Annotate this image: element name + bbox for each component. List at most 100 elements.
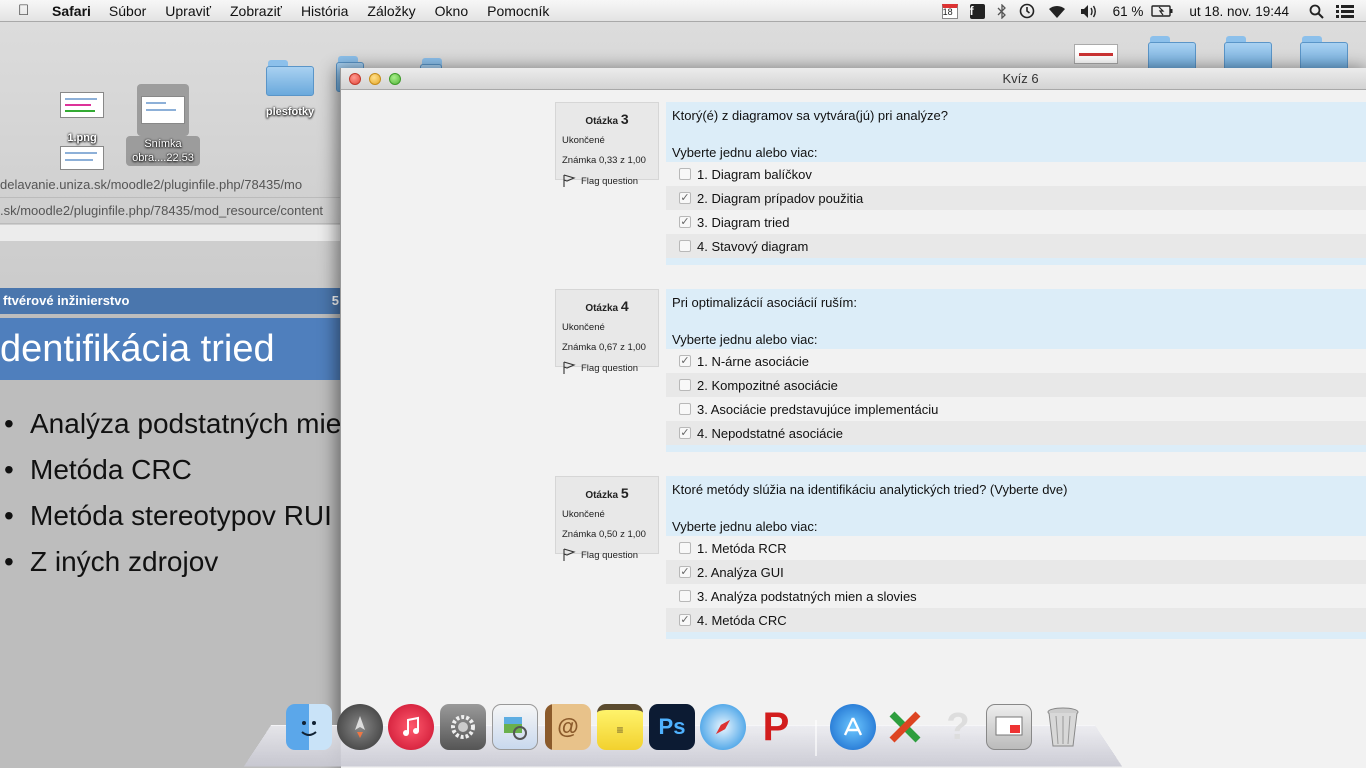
- menu-pomocnik[interactable]: Pomocník: [487, 3, 549, 19]
- calendar-icon[interactable]: 18: [941, 3, 958, 19]
- question-number-value: 5: [620, 485, 629, 501]
- answer-label: 1. Diagram balíčkov: [697, 166, 812, 182]
- folder-icon[interactable]: [1148, 36, 1198, 72]
- question-prompt: Vyberte jednu alebo viac:: [672, 332, 818, 347]
- finder-icon[interactable]: [286, 704, 332, 750]
- question-number: Otázka 4: [562, 298, 652, 314]
- answer-checkbox[interactable]: [679, 240, 691, 252]
- answer-checkbox[interactable]: ✓: [679, 216, 691, 228]
- flag-question-button[interactable]: Flag question: [562, 361, 652, 375]
- notification-center-icon[interactable]: [1336, 4, 1354, 19]
- apple-menu-icon[interactable]: : [18, 2, 38, 19]
- answer-label: 2. Diagram prípadov použitia: [697, 190, 864, 206]
- question-state: Ukončené: [562, 135, 605, 146]
- answer-option[interactable]: 2. Kompozitné asociácie: [666, 373, 1366, 397]
- bluetooth-icon[interactable]: [997, 3, 1007, 19]
- menu-okno[interactable]: Okno: [435, 3, 468, 19]
- answer-label: 4. Nepodstatné asociácie: [697, 425, 843, 441]
- itunes-icon[interactable]: [388, 704, 434, 750]
- answer-option[interactable]: ✓ 1. N-árne asociácie: [666, 349, 1366, 373]
- answer-checkbox[interactable]: ✓: [679, 614, 691, 626]
- background-browser-window[interactable]: delavanie.uniza.sk/moodle2/pluginfile.ph…: [0, 172, 345, 768]
- background-url-1[interactable]: delavanie.uniza.sk/moodle2/pluginfile.ph…: [0, 172, 345, 198]
- desktop-folder-plesfotky-label[interactable]: plesfotky: [262, 106, 318, 118]
- answer-option[interactable]: 3. Asociácie predstavujúce implementáciu: [666, 397, 1366, 421]
- question-label: Otázka: [585, 303, 619, 314]
- contacts-icon[interactable]: @: [545, 704, 591, 750]
- answer-option[interactable]: ✓ 2. Analýza GUI: [666, 560, 1366, 584]
- question-text: Pri optimalizácií asociácií ruším:: [672, 295, 857, 310]
- menu-zobrazit[interactable]: Zobraziť: [230, 3, 282, 19]
- answer-checkbox[interactable]: [679, 590, 691, 602]
- flag-question-button[interactable]: Flag question: [562, 548, 652, 562]
- answer-option[interactable]: 4. Stavový diagram: [666, 234, 1366, 258]
- answer-option[interactable]: ✓ 4. Nepodstatné asociácie: [666, 421, 1366, 445]
- desktop-screenshot-label[interactable]: Snímka obra....22.53: [126, 136, 200, 166]
- folder-icon[interactable]: [1300, 36, 1350, 72]
- question-info-3: Otázka 3 Ukončené Známka 0,33 z 1,00 Fla…: [555, 102, 659, 187]
- folder-icon[interactable]: [1224, 36, 1274, 72]
- answer-checkbox[interactable]: ✓: [679, 566, 691, 578]
- desktop-file-1png-thumbnail[interactable]: [60, 92, 104, 118]
- answer-checkbox[interactable]: [679, 403, 691, 415]
- stickies-icon[interactable]: ≡: [597, 704, 643, 750]
- slide-bullet-text: Metóda CRC: [30, 454, 192, 485]
- battery-icon[interactable]: [1151, 5, 1173, 17]
- volume-icon[interactable]: [1079, 4, 1099, 19]
- slide-page-number: 5: [331, 293, 339, 308]
- slide-bullet: • Analýza podstatných mie: [4, 408, 342, 439]
- answer-checkbox[interactable]: ✓: [679, 192, 691, 204]
- slide-view: ftvérové inžinierstvo 5 dentifikácia tri…: [0, 288, 345, 768]
- answer-checkbox[interactable]: ✓: [679, 355, 691, 367]
- answer-label: 3. Diagram tried: [697, 214, 790, 230]
- status-area: 18 f 61 % ut 18. nov. 19:44: [936, 0, 1366, 22]
- app-store-icon[interactable]: [830, 704, 876, 750]
- slide-header: ftvérové inžinierstvo 5: [0, 288, 345, 314]
- answer-checkbox[interactable]: [679, 542, 691, 554]
- screenshot-icon[interactable]: [986, 704, 1032, 750]
- answer-option[interactable]: ✓ 2. Diagram prípadov použitia: [666, 186, 1366, 210]
- menu-historia[interactable]: História: [301, 3, 348, 19]
- xcode-icon[interactable]: [882, 704, 928, 750]
- trash-icon[interactable]: [1040, 704, 1086, 750]
- facebook-icon[interactable]: f: [969, 3, 985, 19]
- menu-subor[interactable]: Súbor: [109, 3, 146, 19]
- flag-question-button[interactable]: Flag question: [562, 174, 652, 188]
- acrobat-icon[interactable]: P: [753, 704, 799, 750]
- desktop-file-1png-label[interactable]: 1.png: [64, 132, 100, 144]
- answer-label: 4. Metóda CRC: [697, 612, 787, 628]
- desktop-document-thumbnail[interactable]: [1074, 44, 1118, 64]
- answer-option[interactable]: 1. Diagram balíčkov: [666, 162, 1366, 186]
- quiz-window: Kvíz 6 Otázka 3 Ukončené Známka 0,33 z 1…: [340, 68, 1366, 768]
- wifi-icon[interactable]: [1047, 4, 1067, 19]
- answer-option[interactable]: ✓ 4. Metóda CRC: [666, 608, 1366, 632]
- folder-icon[interactable]: [266, 60, 316, 96]
- answer-checkbox[interactable]: [679, 379, 691, 391]
- desktop-file-thumbnail-2[interactable]: [60, 146, 104, 170]
- answer-checkbox[interactable]: ✓: [679, 427, 691, 439]
- clock[interactable]: ut 18. nov. 19:44: [1189, 4, 1289, 19]
- flag-icon: [562, 361, 576, 375]
- answer-option[interactable]: 3. Analýza podstatných mien a slovies: [666, 584, 1366, 608]
- background-url-2[interactable]: .sk/moodle2/pluginfile.php/78435/mod_res…: [0, 198, 345, 224]
- menu-upravit[interactable]: Upraviť: [165, 3, 211, 19]
- answer-option[interactable]: ✓ 3. Diagram tried: [666, 210, 1366, 234]
- system-preferences-icon[interactable]: [440, 704, 486, 750]
- launchpad-icon[interactable]: [337, 704, 383, 750]
- help-icon[interactable]: ?: [935, 704, 981, 750]
- desktop-screenshot-selected[interactable]: [137, 84, 189, 136]
- time-machine-icon[interactable]: [1019, 3, 1035, 19]
- menu-zalozky[interactable]: Záložky: [367, 3, 415, 19]
- answer-option[interactable]: 1. Metóda RCR: [666, 536, 1366, 560]
- preview-icon[interactable]: [492, 704, 538, 750]
- slide-bullet-text: Z iných zdrojov: [30, 546, 219, 577]
- spotlight-search-icon[interactable]: [1309, 4, 1324, 19]
- menu-app-safari[interactable]: Safari: [52, 3, 91, 19]
- window-titlebar[interactable]: Kvíz 6: [341, 68, 1366, 90]
- answer-checkbox[interactable]: [679, 168, 691, 180]
- answer-list: 1. Diagram balíčkov ✓ 2. Diagram prípadov…: [666, 162, 1366, 258]
- answer-label: 2. Kompozitné asociácie: [697, 377, 838, 393]
- battery-percent[interactable]: 61 %: [1113, 4, 1144, 19]
- photoshop-icon[interactable]: Ps: [649, 704, 695, 750]
- safari-icon[interactable]: [700, 704, 746, 750]
